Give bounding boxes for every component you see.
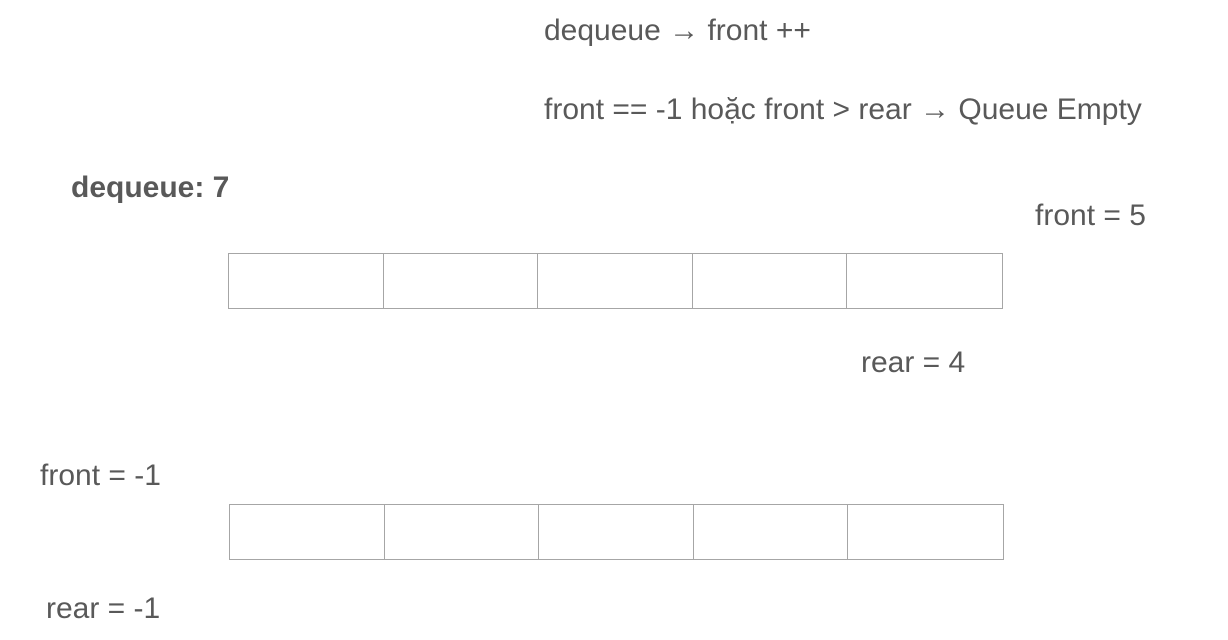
queue-cell xyxy=(538,254,693,308)
top-front-label: front = 5 xyxy=(1035,199,1146,232)
bottom-front-label: front = -1 xyxy=(40,459,161,492)
queue-cell xyxy=(229,254,384,308)
queue-cell xyxy=(539,505,694,559)
queue-cell xyxy=(848,505,1003,559)
queue-cell xyxy=(847,254,1002,308)
top-queue-array xyxy=(228,253,1003,309)
queue-cell xyxy=(384,254,539,308)
queue-cell xyxy=(230,505,385,559)
bottom-rear-label: rear = -1 xyxy=(46,592,161,625)
dequeue-title: dequeue: 7 xyxy=(71,171,230,204)
top-rear-label: rear = 4 xyxy=(861,346,966,379)
queue-cell xyxy=(693,254,848,308)
dequeue-rule-text: dequeue → front ++ xyxy=(544,14,811,47)
queue-cell xyxy=(694,505,849,559)
queue-cell xyxy=(385,505,540,559)
bottom-queue-array xyxy=(229,504,1004,560)
empty-rule-text: front == -1 hoặc front > rear → Queue Em… xyxy=(544,93,1142,126)
